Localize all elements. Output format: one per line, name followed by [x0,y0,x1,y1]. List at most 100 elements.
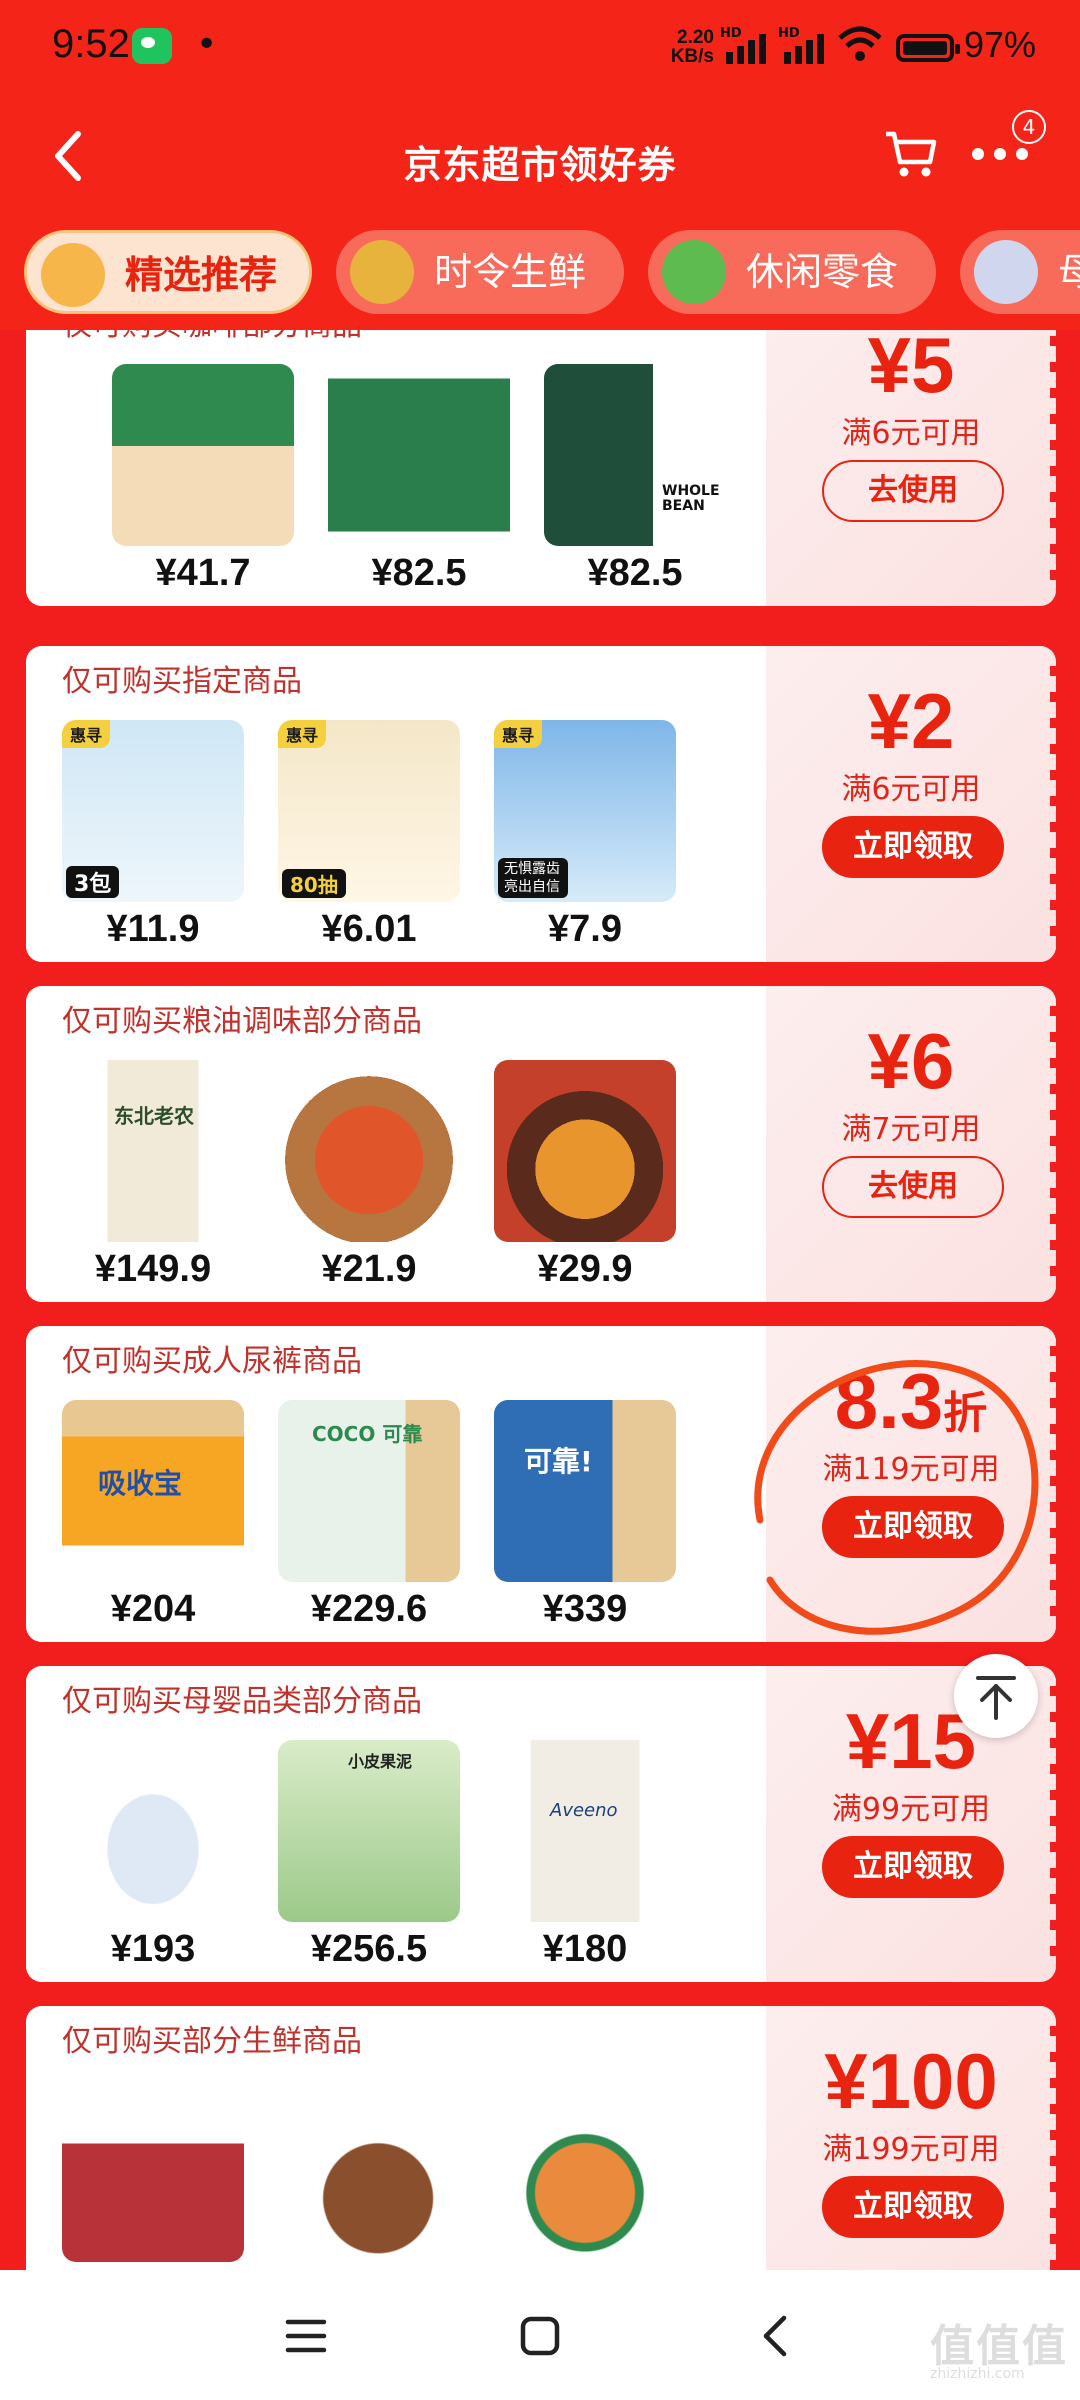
card-header: 仅可购买母婴品类部分商品 [62,1684,422,1719]
coupon-value-panel: ¥100 满199元可用 立即领取 [766,2006,1056,2270]
category-tabs: 精选推荐 时令生鲜 休闲零食 母 [0,218,1080,330]
coupon-value-panel: ¥5 满6元可用 去使用 [766,330,1056,606]
product-image-text: 小皮果泥 [348,1752,413,1771]
product-tag: 惠寻 [62,720,111,748]
watermark-site: zhizhizhi.com [930,2366,1025,2382]
battery-percent: 97% [964,24,1037,65]
network-speed-value: 2.20 [677,27,714,48]
coupon-card: 仅可购买母婴品类部分商品 ¥193 小皮果泥 ¥256.5 Aveeno ¥18… [26,1666,1056,1982]
product-image [62,2080,244,2262]
top-nav: 京东超市领好券 4 [0,96,1080,218]
product-image [112,364,294,546]
hd-label-2: HD [778,26,800,41]
product-price: ¥256.5 [310,1928,428,1970]
card-header: 仅可购买成人尿裤商品 [62,1344,362,1379]
product-image: 惠寻 3包 [62,720,244,902]
product-price: ¥7.9 [548,908,622,950]
signal-icon-2: HD [778,26,826,64]
product-price: ¥229.6 [310,1588,428,1630]
product-image: 惠寻 80抽 [278,720,460,902]
wifi-icon [838,26,882,61]
tab-label: 精选推荐 [125,253,278,297]
product-image-text: 吸收宝 [98,1467,183,1500]
product-image: Aveeno [494,1740,676,1922]
product-image [494,2080,676,2262]
tab-featured[interactable]: 精选推荐 [24,230,312,314]
coupon-value-panel: ¥6 满7元可用 去使用 [766,986,1056,1302]
cart-icon[interactable] [884,128,938,180]
product-image [278,1060,460,1242]
durian-icon [350,240,414,304]
baby-bottle-icon [974,240,1038,304]
product-image-text: 可靠! [524,1445,593,1478]
status-dot: • [196,24,218,65]
back-icon[interactable] [754,2314,798,2358]
status-time: 9:52 [52,22,130,66]
product-image-text: 80抽 [282,869,346,898]
product-price: ¥204 [110,1588,196,1630]
product-price: ¥193 [110,1928,196,1970]
product-image-text: WHOLE BEAN [662,483,720,514]
tab-snacks[interactable]: 休闲零食 [648,230,936,314]
tab-label: 母 [1058,250,1080,294]
tab-label: 休闲零食 [746,250,899,294]
product-price: ¥180 [542,1928,628,1970]
product-image: 吸收宝 [62,1400,244,1582]
tab-label: 时令生鲜 [434,250,587,294]
product-price: ¥149.9 [94,1248,212,1290]
coupon-condition: 满6元可用 [841,416,981,451]
message-badge: 4 [1012,110,1046,144]
battery-icon [896,34,960,62]
product-price: ¥11.9 [106,908,200,950]
product-price: ¥82.5 [587,552,683,594]
card-header: 仅可购买部分生鲜商品 [62,2024,362,2059]
product-image: COCO 可靠 [278,1400,460,1582]
product-image: 东北老农 [62,1060,244,1242]
coupon-card: 仅可购买部分生鲜商品 ¥100 满199元可用 立即领取 [26,2006,1056,2270]
product-image [328,364,510,546]
card-header: 仅可购买咖啡部分商品 [62,330,362,344]
product-price: ¥41.7 [155,552,251,594]
product-tag: 惠寻 [494,720,543,748]
claim-coupon-button[interactable]: 立即领取 [822,816,1004,878]
tab-fresh[interactable]: 时令生鲜 [336,230,624,314]
coupon-condition: 满6元可用 [841,772,981,807]
product-price: ¥29.9 [537,1248,633,1290]
snack-icon [662,240,726,304]
use-coupon-button[interactable]: 去使用 [822,1156,1004,1218]
product-price: ¥6.01 [321,908,417,950]
coupon-card: 仅可购买指定商品 惠寻 3包 ¥11.9 惠寻 80抽 ¥6.01 惠寻 无惧露… [26,646,1056,962]
coupon-icon [41,243,105,307]
scroll-to-top-button[interactable] [954,1654,1038,1738]
network-speed: 2.20 KB/s [668,28,714,66]
product-tag: 惠寻 [278,720,327,748]
highlight-circle-annotation [754,1360,1039,1635]
coupon-condition: 满7元可用 [841,1112,981,1147]
card-header: 仅可购买指定商品 [62,664,302,699]
card-header: 仅可购买粮油调味部分商品 [62,1004,422,1039]
more-menu-icon[interactable] [972,148,1028,162]
product-price: ¥21.9 [321,1248,417,1290]
menu-icon[interactable] [284,2314,328,2358]
product-image: 惠寻 无惧露齿 亮出自信 [494,720,676,902]
product-image-text: COCO 可靠 [312,1422,423,1446]
status-bar: 9:52 • 2.20 KB/s HD HD 97% [0,0,1080,96]
arrow-up-icon [976,1676,1016,1720]
coupon-card: 仅可购买咖啡部分商品 ¥41.7 ¥82.5 WHOLE BEAN ¥82.5 … [26,330,1056,606]
claim-coupon-button[interactable]: 立即领取 [822,2176,1004,2238]
signal-icon: HD [720,26,768,64]
home-icon[interactable] [518,2314,562,2358]
coupon-condition: 满99元可用 [831,1792,991,1827]
product-image [494,1060,676,1242]
use-coupon-button[interactable]: 去使用 [822,460,1004,522]
product-image: WHOLE BEAN [544,364,726,546]
tab-baby[interactable]: 母 [960,230,1080,314]
claim-coupon-button[interactable]: 立即领取 [822,1836,1004,1898]
product-price: ¥82.5 [371,552,467,594]
coupon-condition: 满199元可用 [822,2132,1000,2167]
product-image [278,2080,460,2262]
product-image-text: 东北老农 [114,1104,194,1128]
coupon-list: 仅可购买咖啡部分商品 ¥41.7 ¥82.5 WHOLE BEAN ¥82.5 … [0,330,1080,2270]
hd-label-1: HD [720,26,742,41]
watermark-logo: 值值值 [930,2321,1068,2372]
